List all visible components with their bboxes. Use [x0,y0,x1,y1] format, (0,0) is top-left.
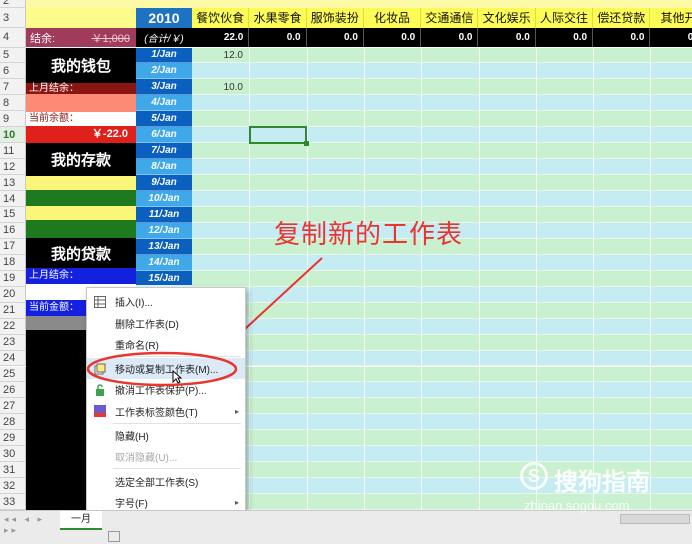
menu-item-label: 插入(I)... [115,298,153,310]
mouse-cursor-icon [172,370,182,384]
context-menu-item[interactable]: 选定全部工作表(S) [87,470,245,492]
watermark: S 搜狗指南 zhinan.sogou.com [520,460,690,520]
menu-separator [113,422,241,424]
menu-item-label: 隐藏(H) [115,432,149,444]
tab-color-icon [94,405,106,418]
menu-item-label: 选定全部工作表(S) [115,477,199,489]
submenu-arrow-icon: ▸ [234,497,239,507]
tab-nav-buttons[interactable]: ◂◂ ◂ ▸ ▸▸ [4,514,54,535]
add-sheet-icon[interactable] [108,531,120,542]
context-menu: 插入(I)... 删除工作表(D) 重命名(R) 移动或复制工作表(M)... 撤消工作… [86,287,246,519]
context-menu-item[interactable]: 隐藏(H) [87,425,245,447]
watermark-url: zhinan.sogou.com [524,498,630,513]
menu-item-label: 取消隐藏(U)... [115,453,178,465]
sogou-logo-icon: S [520,462,548,490]
submenu-arrow-icon: ▸ [234,406,239,416]
sheet-tab[interactable]: 一月 [60,511,102,530]
context-menu-item[interactable]: 插入(I)... [87,291,245,313]
insert-sheet-icon [94,295,106,308]
context-menu-item[interactable]: 删除工作表(D) [87,312,245,334]
menu-item-label: 字号(F) [115,498,148,510]
menu-item-label: 工作表标签颜色(T) [115,407,198,419]
highlight-ellipse [86,351,238,387]
context-menu-item[interactable]: 工作表标签颜色(T) ▸ [87,401,245,423]
menu-item-label: 删除工作表(D) [115,319,179,331]
menu-separator [113,468,241,470]
context-menu-item: 取消隐藏(U)... [87,446,245,468]
watermark-brand: 搜狗指南 [554,469,650,496]
